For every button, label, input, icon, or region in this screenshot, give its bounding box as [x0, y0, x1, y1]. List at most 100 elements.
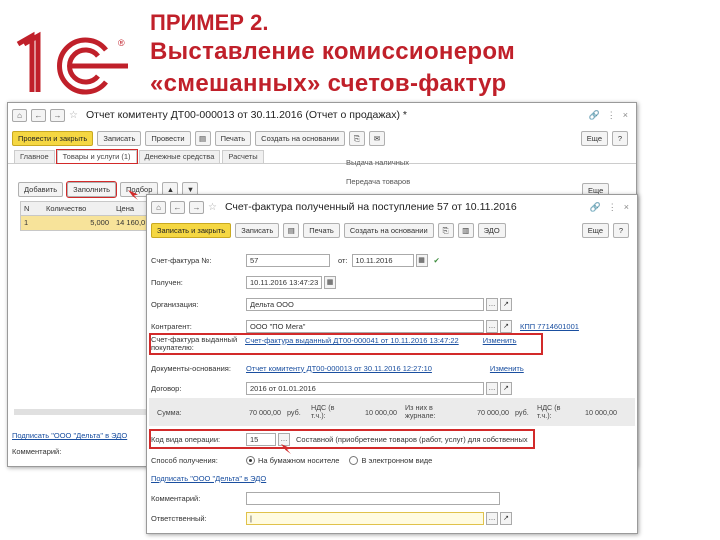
edo-button[interactable]: ЭДО [477, 222, 506, 238]
back-icon[interactable]: ← [31, 108, 46, 122]
choose-icon[interactable]: … [278, 432, 290, 446]
change-issued-link[interactable]: Изменить [483, 336, 517, 345]
basis-link[interactable]: Отчет комитенту ДТ00-000013 от 30.11.201… [246, 364, 432, 373]
journal-label: Из них в журнале: [405, 403, 436, 420]
comment-label: Комментарий: [151, 493, 201, 503]
report-tabs: Главное Товары и услуги (1) Денежные сре… [8, 149, 636, 164]
forward-icon[interactable]: → [50, 108, 65, 122]
save-button[interactable]: Записать [97, 130, 142, 146]
paper-label: На бумажном носителе [258, 455, 340, 465]
op-code-field[interactable]: 15 [246, 432, 276, 446]
received-field[interactable]: 10.11.2016 13:47:23 [246, 275, 322, 289]
kpp-link[interactable]: КПП 7714601001 [520, 322, 579, 331]
electronic-label: В электронном виде [361, 455, 433, 465]
from-label: от: [338, 255, 348, 265]
choose-icon[interactable]: … [486, 511, 498, 525]
link-icon[interactable]: 🔗 [589, 110, 600, 121]
add-button[interactable]: Добавить [18, 181, 64, 197]
contract-field[interactable]: 2016 от 01.01.2016 [246, 381, 484, 395]
choose-icon[interactable]: … [486, 381, 498, 395]
print-button[interactable]: Печать [303, 222, 340, 238]
choose-icon[interactable]: … [486, 319, 498, 333]
link-icon[interactable]: 🔗 [590, 202, 601, 213]
report-toolbar: Провести и закрыть Записать Провести ▤ П… [8, 127, 636, 149]
row-issued-invoice: Счет-фактура выданный покупателю: Счет-фа… [151, 336, 517, 352]
row-basis: Документы-основания: Отчет комитенту ДТ0… [151, 361, 524, 375]
comment-field[interactable] [246, 491, 500, 505]
favorite-star-icon[interactable]: ☆ [69, 110, 78, 121]
sign-edo-link[interactable]: Подписать "ООО "Дельта" в ЭДО [12, 431, 127, 440]
calendar-icon[interactable]: ▦ [324, 275, 336, 289]
post-button[interactable]: Провести [145, 130, 191, 146]
close-icon[interactable]: × [624, 202, 629, 213]
help-icon[interactable]: ? [612, 130, 628, 146]
org-field[interactable]: Дельта ООО [246, 297, 484, 311]
horizontal-scrollbar[interactable] [14, 409, 159, 415]
date-field[interactable]: 10.11.2016 [351, 253, 414, 267]
col-qty[interactable]: Количество [43, 202, 113, 215]
invoice-window: ⌂ ← → ☆ Счет-фактура полученный на посту… [146, 194, 638, 534]
invoice-toolbar: Записать и закрыть Записать ▤ Печать Соз… [147, 219, 637, 241]
responsible-label: Ответственный: [151, 513, 207, 523]
col-n[interactable]: N [21, 202, 43, 215]
files-icon[interactable]: ▥ [457, 222, 474, 238]
slide-title: ПРИМЕР 2. Выставление комиссионером «сме… [150, 10, 710, 100]
tab-cash[interactable]: Денежные средства [138, 150, 221, 163]
tab-main[interactable]: Главное [14, 150, 55, 163]
close-icon[interactable]: × [623, 110, 628, 121]
contractor-field[interactable]: ООО "ПО Мега" [246, 319, 484, 333]
invoice-title: Счет-фактура полученный на поступление 5… [224, 201, 517, 213]
choose-icon[interactable]: … [486, 297, 498, 311]
favorite-star-icon[interactable]: ☆ [208, 202, 217, 213]
print-button[interactable]: Печать [214, 130, 252, 146]
org-label: Организация: [151, 299, 199, 309]
sum-value: 70 000,00 [249, 407, 281, 417]
more-icon[interactable]: ⋮ [608, 202, 617, 213]
save-close-button[interactable]: Записать и закрыть [151, 222, 232, 238]
open-icon[interactable]: ↗ [500, 297, 512, 311]
received-label: Получен: [151, 277, 183, 287]
check-icon: ✔ [433, 255, 440, 265]
sum-label: Сумма: [157, 407, 182, 417]
structure-icon[interactable]: ▤ [194, 130, 211, 146]
table-row[interactable]: 1 5,000 14 160,0 [21, 216, 159, 230]
home-icon[interactable]: ⌂ [12, 108, 27, 122]
title-line-1: ПРИМЕР 2. [150, 10, 269, 35]
post-close-button[interactable]: Провести и закрыть [12, 130, 94, 146]
basis-label: Документы-основания: [151, 363, 231, 373]
comment-label: Комментарий: [12, 447, 62, 456]
radio-paper[interactable] [246, 455, 255, 465]
open-icon[interactable]: ↗ [500, 381, 512, 395]
change-basis-link[interactable]: Изменить [490, 364, 524, 373]
attach-icon[interactable]: ⎘ [437, 222, 454, 238]
open-icon[interactable]: ↗ [500, 319, 512, 333]
home-icon[interactable]: ⌂ [151, 200, 166, 214]
more-icon[interactable]: ⋮ [607, 110, 616, 121]
structure-icon[interactable]: ▤ [283, 222, 300, 238]
currency-1: руб. [287, 407, 301, 417]
side-label-goods: Передача товаров [346, 177, 411, 186]
forward-icon[interactable]: → [189, 200, 204, 214]
create-based-button[interactable]: Создать на основании [255, 130, 345, 146]
calendar-icon[interactable]: ▦ [415, 253, 428, 267]
sign-edo-link[interactable]: Подписать "ООО "Дельта" в ЭДО [151, 474, 266, 483]
back-icon[interactable]: ← [170, 200, 185, 214]
report-titlebar: ⌂ ← → ☆ Отчет комитенту ДТ00-000013 от 3… [8, 103, 636, 127]
issued-invoice-link[interactable]: Счет-фактура выданный ДТ00-000041 от 10.… [245, 336, 459, 345]
more-button[interactable]: Еще [581, 222, 609, 238]
radio-electronic[interactable] [349, 455, 359, 465]
currency-2: руб. [515, 407, 529, 417]
edo-icon[interactable]: ✉ [368, 130, 385, 146]
more-button[interactable]: Еще [580, 130, 608, 146]
tab-goods[interactable]: Товары и услуги (1) [55, 149, 138, 164]
fill-button[interactable]: Заполнить [66, 180, 117, 198]
responsible-field[interactable]: | [246, 511, 484, 525]
attach-icon[interactable]: ⎘ [348, 130, 365, 146]
row-org: Организация: Дельта ООО … ↗ [151, 297, 512, 311]
open-icon[interactable]: ↗ [500, 511, 512, 525]
create-based-button[interactable]: Создать на основании [343, 222, 434, 238]
save-button[interactable]: Записать [235, 222, 280, 238]
help-icon[interactable]: ? [613, 222, 629, 238]
number-field[interactable]: 57 [246, 253, 330, 267]
tab-settlements[interactable]: Расчеты [222, 150, 264, 163]
